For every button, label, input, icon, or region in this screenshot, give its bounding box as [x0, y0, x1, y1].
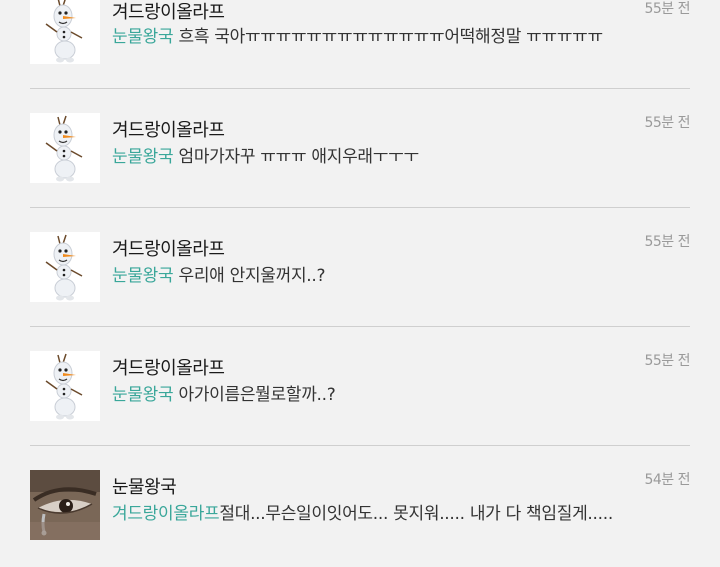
comment-timestamp: 55분 전 — [644, 1, 690, 17]
mention-link[interactable]: 눈물왕국 — [112, 27, 174, 47]
comment-item[interactable]: 겨드랑이올라프 눈물왕국 우리애 안지울꺼지..? 55분 전 — [0, 211, 720, 329]
olaf-icon — [30, 351, 100, 421]
comment-text: 흐흑 국아ㅠㅠㅠㅠㅠㅠㅠㅠㅠㅠㅠㅠㅠ어떡해정말 ㅠㅠㅠㅠㅠ — [173, 27, 603, 47]
olaf-avatar[interactable] — [30, 232, 100, 302]
comment-timestamp: 55분 전 — [644, 234, 690, 250]
crying-eye-icon — [30, 470, 100, 540]
comment-text: 엄마가자꾸 ㅠㅠㅠ 애지우래ㅜㅜㅜ — [173, 147, 419, 167]
comment-text: 아가이름은뭘로할까..? — [173, 385, 336, 405]
olaf-icon — [30, 232, 100, 302]
comment-timestamp: 55분 전 — [644, 353, 690, 369]
olaf-avatar[interactable] — [30, 351, 100, 421]
comment-timestamp: 54분 전 — [644, 472, 690, 488]
olaf-avatar[interactable] — [30, 0, 100, 64]
comment-message: 눈물왕국 흐흑 국아ㅠㅠㅠㅠㅠㅠㅠㅠㅠㅠㅠㅠㅠ어떡해정말 ㅠㅠㅠㅠㅠ — [112, 22, 603, 47]
comment-author[interactable]: 겨드랑이올라프 — [112, 116, 225, 142]
mention-link[interactable]: 눈물왕국 — [112, 266, 174, 286]
comment-author[interactable]: 겨드랑이올라프 — [112, 235, 225, 261]
olaf-icon — [30, 0, 100, 64]
comment-item[interactable]: 겨드랑이올라프 눈물왕국 아가이름은뭘로할까..? 55분 전 — [0, 330, 720, 448]
olaf-icon — [30, 113, 100, 183]
comment-feed: 겨드랑이올라프 눈물왕국 흐흑 국아ㅠㅠㅠㅠㅠㅠㅠㅠㅠㅠㅠㅠㅠ어떡해정말 ㅠㅠㅠ… — [0, 0, 720, 560]
divider — [30, 326, 690, 327]
olaf-avatar[interactable] — [30, 113, 100, 183]
mention-link[interactable]: 겨드랑이올라프 — [112, 504, 220, 524]
divider — [30, 207, 690, 208]
comment-author[interactable]: 겨드랑이올라프 — [112, 354, 225, 380]
comment-message: 눈물왕국 엄마가자꾸 ㅠㅠㅠ 애지우래ㅜㅜㅜ — [112, 142, 419, 167]
mention-link[interactable]: 눈물왕국 — [112, 385, 174, 405]
crying-eye-avatar[interactable] — [30, 470, 100, 540]
comment-text: 우리애 안지울꺼지..? — [173, 266, 326, 286]
mention-link[interactable]: 눈물왕국 — [112, 147, 174, 167]
comment-item[interactable]: 겨드랑이올라프 눈물왕국 흐흑 국아ㅠㅠㅠㅠㅠㅠㅠㅠㅠㅠㅠㅠㅠ어떡해정말 ㅠㅠㅠ… — [0, 0, 720, 92]
comment-message: 겨드랑이올라프절대...무슨일이잇어도... 못지워..... 내가 다 책임질… — [112, 499, 613, 524]
comment-text: 절대...무슨일이잇어도... 못지워..... 내가 다 책임질게..... — [219, 504, 613, 524]
comment-timestamp: 55분 전 — [644, 115, 690, 131]
divider — [30, 445, 690, 446]
comment-author[interactable]: 눈물왕국 — [112, 473, 177, 499]
comment-author[interactable]: 겨드랑이올라프 — [112, 0, 225, 24]
divider — [30, 88, 690, 89]
comment-item[interactable]: 겨드랑이올라프 눈물왕국 엄마가자꾸 ㅠㅠㅠ 애지우래ㅜㅜㅜ 55분 전 — [0, 92, 720, 210]
comment-message: 눈물왕국 아가이름은뭘로할까..? — [112, 380, 336, 405]
comment-message: 눈물왕국 우리애 안지울꺼지..? — [112, 261, 326, 286]
comment-item[interactable]: 눈물왕국 겨드랑이올라프절대...무슨일이잇어도... 못지워..... 내가 … — [0, 449, 720, 567]
